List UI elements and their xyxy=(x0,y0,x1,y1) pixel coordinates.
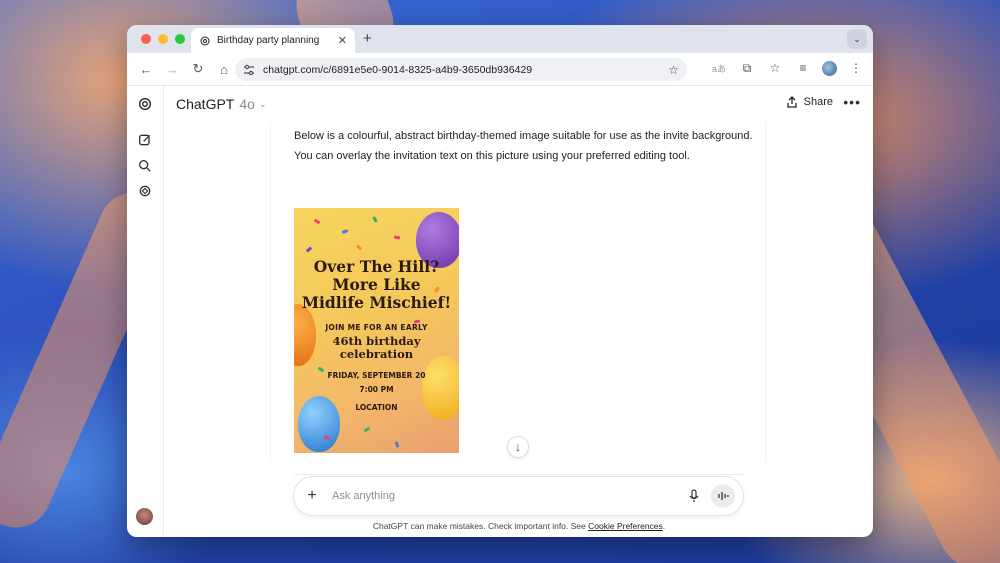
bookmarks-icon[interactable]: ☆ xyxy=(766,59,784,77)
model-version[interactable]: 4o xyxy=(239,96,255,112)
plus-icon[interactable]: + xyxy=(302,487,322,505)
menu-dots-icon[interactable]: ⋮ xyxy=(847,59,865,77)
invite-location: LOCATION xyxy=(355,403,398,412)
invite-celebration: 46th birthday celebration xyxy=(294,335,459,361)
reading-list-icon[interactable]: ≡ xyxy=(794,59,812,77)
new-chat-icon[interactable] xyxy=(137,132,153,148)
openai-logo-icon xyxy=(200,36,210,45)
reload-icon[interactable]: ↻ xyxy=(187,58,209,80)
composer: + xyxy=(293,476,744,516)
openai-logo-icon[interactable] xyxy=(137,96,153,112)
invite-headline-line: Midlife Mischief! xyxy=(301,293,452,312)
assistant-message: Below is a colourful, abstract birthday-… xyxy=(294,126,764,166)
invite-headline-line: Over The Hill? xyxy=(313,257,440,276)
generated-invite-image[interactable]: Over The Hill? More Like Midlife Mischie… xyxy=(294,208,459,453)
disclaimer-text: ChatGPT can make mistakes. Check importa… xyxy=(372,521,589,531)
tab-active[interactable]: Birthday party planning ✕ xyxy=(191,28,355,53)
site-settings-icon[interactable] xyxy=(243,64,255,76)
confetti xyxy=(341,229,349,234)
chatgpt-app: ChatGPT 4o ⌄ Share ••• Below is a colour… xyxy=(127,86,873,537)
mic-icon[interactable] xyxy=(685,487,703,505)
new-tab-button[interactable]: + xyxy=(363,30,372,47)
window-controls xyxy=(141,34,185,44)
confetti xyxy=(393,235,401,240)
voice-mode-icon[interactable] xyxy=(711,484,735,508)
share-label: Share xyxy=(803,96,833,108)
user-avatar[interactable] xyxy=(136,508,153,525)
browser-window: Birthday party planning ✕ + ⌄ ← → ↻ ⌂ ch… xyxy=(127,25,873,537)
invite-date: FRIDAY, SEPTEMBER 20 xyxy=(327,371,426,380)
disclaimer: ChatGPT can make mistakes. Check importa… xyxy=(294,521,744,531)
share-icon xyxy=(786,96,797,108)
share-button[interactable]: Share xyxy=(786,96,833,108)
home-icon[interactable]: ⌂ xyxy=(213,58,235,80)
composer-divider xyxy=(294,474,744,475)
tab-title: Birthday party planning xyxy=(217,35,320,46)
sidebar-rail xyxy=(127,86,164,537)
invite-time: 7:00 PM xyxy=(359,385,394,394)
invite-celebration-line: celebration xyxy=(339,347,414,361)
confetti xyxy=(313,218,321,225)
message-text: Below is a colourful, abstract birthday-… xyxy=(294,130,753,162)
disclaimer-end: . xyxy=(662,521,666,531)
translate-icon[interactable]: aあ xyxy=(710,59,728,77)
invite-headline: Over The Hill? More Like Midlife Mischie… xyxy=(294,258,459,312)
app-name[interactable]: ChatGPT xyxy=(176,96,234,112)
extensions-icon[interactable]: ⧉ xyxy=(738,59,756,77)
invite-headline-line: More Like xyxy=(332,275,421,294)
search-icon[interactable] xyxy=(137,158,153,174)
invite-join-text: JOIN ME FOR AN EARLY xyxy=(325,323,428,332)
back-icon[interactable]: ← xyxy=(135,58,157,80)
confetti xyxy=(363,426,371,433)
confetti xyxy=(394,441,400,448)
library-icon[interactable] xyxy=(137,183,153,199)
maximize-window-button[interactable] xyxy=(175,34,185,44)
profile-avatar[interactable] xyxy=(822,60,837,76)
chevron-down-icon[interactable]: ⌄ xyxy=(259,99,267,110)
address-bar[interactable]: chatgpt.com/c/6891e5e0-9014-8325-a4b9-36… xyxy=(235,58,687,81)
chat-main: ChatGPT 4o ⌄ Share ••• Below is a colour… xyxy=(164,86,873,537)
cookie-preferences-link[interactable]: Cookie Preferences xyxy=(588,521,663,531)
bookmark-star-icon[interactable]: ☆ xyxy=(668,63,679,77)
browser-toolbar: ← → ↻ ⌂ chatgpt.com/c/6891e5e0-9014-8325… xyxy=(127,53,873,86)
confetti xyxy=(372,216,378,223)
close-icon[interactable]: ✕ xyxy=(338,34,347,47)
arrow-down-icon[interactable]: ↓ xyxy=(507,436,529,458)
forward-icon[interactable]: → xyxy=(161,58,183,80)
minimize-window-button[interactable] xyxy=(158,34,168,44)
confetti xyxy=(355,244,363,251)
close-window-button[interactable] xyxy=(141,34,151,44)
chevron-down-icon[interactable]: ⌄ xyxy=(847,29,867,49)
prompt-input[interactable] xyxy=(332,490,685,502)
more-icon[interactable]: ••• xyxy=(843,94,861,110)
tab-bar: Birthday party planning ✕ + ⌄ xyxy=(127,25,873,53)
confetti xyxy=(305,246,313,253)
chat-header: ChatGPT 4o ⌄ xyxy=(164,86,873,122)
url-text: chatgpt.com/c/6891e5e0-9014-8325-a4b9-36… xyxy=(263,63,533,76)
